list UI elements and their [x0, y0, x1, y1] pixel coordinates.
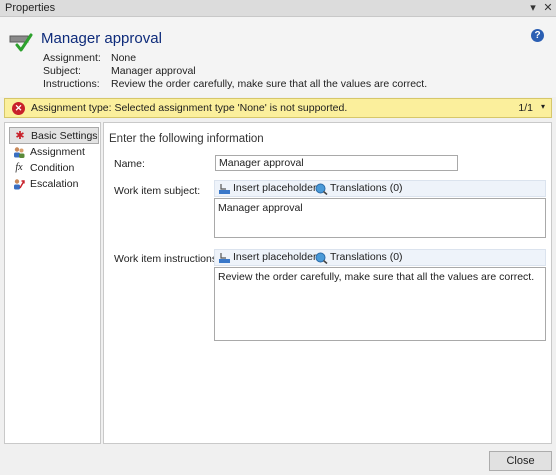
- window-title: Properties: [5, 2, 56, 14]
- work-item-subject-textarea[interactable]: Manager approval: [214, 198, 546, 238]
- nav-item-label: Escalation: [30, 178, 79, 190]
- subject-label: Subject:: [43, 65, 81, 77]
- window-menu-dropdown-icon[interactable]: ▾: [526, 1, 540, 15]
- assignment-value: None: [111, 52, 137, 64]
- assignment-label: Assignment:: [43, 52, 101, 64]
- nav-item-basic-settings[interactable]: ✱ Basic Settings: [9, 127, 99, 144]
- task-title: Manager approval: [41, 30, 162, 47]
- nav-item-escalation[interactable]: Escalation: [9, 176, 99, 193]
- warning-count: 1/1: [518, 102, 533, 114]
- users-icon: [14, 147, 25, 158]
- subject-field-label: Work item subject:: [114, 185, 201, 197]
- help-icon[interactable]: ?: [531, 29, 544, 42]
- insert-placeholder-label: Insert placeholder: [233, 251, 317, 263]
- instructions-label: Instructions:: [43, 78, 100, 90]
- error-icon: ✕: [12, 102, 25, 115]
- work-item-instructions-textarea[interactable]: Review the order carefully, make sure th…: [214, 267, 546, 341]
- insert-placeholder-label: Insert placeholder: [233, 182, 317, 194]
- function-icon: fx: [15, 162, 23, 173]
- translations-label: Translations (0): [330, 182, 403, 194]
- instructions-value: Review the order carefully, make sure th…: [111, 78, 428, 90]
- name-label: Name:: [114, 158, 145, 170]
- close-button[interactable]: Close: [489, 451, 552, 471]
- instructions-toolbar: Insert placeholder Translations (0): [214, 249, 546, 266]
- warning-text: Assignment type: Selected assignment typ…: [31, 102, 348, 114]
- nav-item-label: Assignment: [30, 146, 85, 158]
- nav-item-label: Condition: [30, 162, 75, 174]
- title-bar: Properties ▾ ✕: [0, 0, 556, 17]
- asterisk-icon: ✱: [15, 130, 25, 142]
- warning-bar[interactable]: ✕ Assignment type: Selected assignment t…: [4, 98, 552, 118]
- insert-placeholder-icon: [219, 184, 230, 194]
- section-title: Enter the following information: [109, 133, 264, 145]
- translations-globe-icon: [315, 252, 328, 264]
- settings-nav: ✱ Basic Settings Assignment fx Condition…: [4, 122, 101, 444]
- task-check-icon: [9, 33, 33, 52]
- name-input[interactable]: [215, 155, 458, 171]
- nav-item-condition[interactable]: fx Condition: [9, 160, 99, 177]
- insert-placeholder-icon: [219, 253, 230, 263]
- window-close-icon[interactable]: ✕: [541, 1, 555, 15]
- translations-label: Translations (0): [330, 251, 403, 263]
- subject-value: Manager approval: [111, 65, 196, 77]
- settings-panel: Enter the following information Name: Wo…: [103, 122, 552, 444]
- instructions-field-label: Work item instructions:: [114, 253, 220, 265]
- subject-toolbar: Insert placeholder Translations (0): [214, 180, 546, 197]
- translations-globe-icon: [315, 183, 328, 195]
- escalation-icon: [14, 179, 25, 190]
- nav-item-label: Basic Settings: [31, 130, 98, 142]
- nav-item-assignment[interactable]: Assignment: [9, 144, 99, 161]
- warning-dropdown-icon[interactable]: ▾: [541, 102, 545, 111]
